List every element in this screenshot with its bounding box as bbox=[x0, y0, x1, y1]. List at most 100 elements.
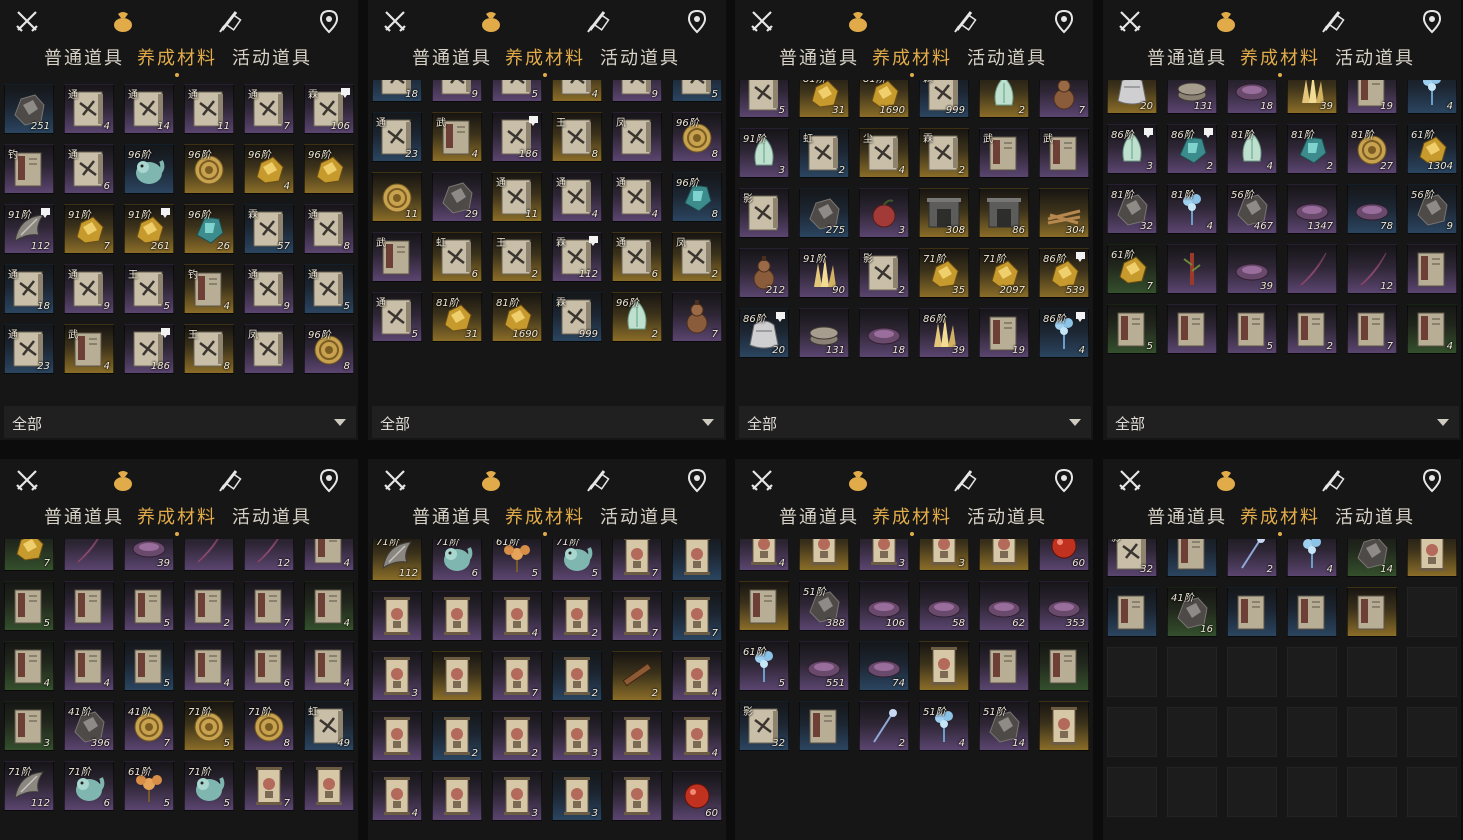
item-slot[interactable]: 霖 112 bbox=[552, 232, 602, 282]
map-pin-icon[interactable] bbox=[316, 8, 342, 34]
filter-dropdown[interactable]: 全部 bbox=[1107, 406, 1459, 438]
item-slot[interactable]: 影2 bbox=[859, 248, 909, 298]
item-slot[interactable]: 60 bbox=[1039, 539, 1089, 571]
item-slot[interactable]: 3 bbox=[552, 771, 602, 821]
map-pin-icon[interactable] bbox=[684, 8, 710, 34]
item-slot[interactable] bbox=[1107, 587, 1157, 637]
coin-pouch-icon[interactable] bbox=[110, 8, 136, 34]
item-slot[interactable]: 2 bbox=[184, 581, 234, 631]
item-slot[interactable]: 96阶 8 bbox=[672, 172, 722, 222]
item-slot[interactable]: 通 14 bbox=[124, 84, 174, 134]
item-slot[interactable]: 131 bbox=[1167, 80, 1217, 114]
item-slot[interactable]: 2 bbox=[979, 80, 1029, 118]
tab-2[interactable]: 活动道具 bbox=[232, 503, 312, 529]
item-slot[interactable]: 61阶 7 bbox=[1107, 244, 1157, 294]
item-slot[interactable] bbox=[184, 539, 234, 571]
item-slot[interactable]: 81阶 27 bbox=[1347, 124, 1397, 174]
item-slot[interactable]: 106 bbox=[859, 581, 909, 631]
item-slot[interactable]: 7 bbox=[672, 292, 722, 342]
coin-pouch-icon[interactable] bbox=[110, 467, 136, 493]
item-slot[interactable] bbox=[1407, 244, 1457, 294]
item-slot[interactable]: 61阶 5 bbox=[124, 761, 174, 811]
tab-0[interactable]: 普通道具 bbox=[1147, 44, 1227, 70]
coin-pouch-icon[interactable] bbox=[1213, 467, 1239, 493]
item-slot[interactable]: 71阶 5 bbox=[184, 761, 234, 811]
item-slot[interactable]: 62 bbox=[979, 581, 1029, 631]
item-slot[interactable]: 78 bbox=[1347, 184, 1397, 234]
tab-2[interactable]: 活动道具 bbox=[600, 44, 680, 70]
item-slot[interactable]: 通4 bbox=[612, 172, 662, 222]
crossed-swords-icon[interactable] bbox=[14, 467, 40, 493]
item-slot[interactable] bbox=[1039, 701, 1089, 751]
crossed-swords-icon[interactable] bbox=[382, 8, 408, 34]
map-pin-icon[interactable] bbox=[684, 467, 710, 493]
item-slot[interactable]: 通5 bbox=[372, 292, 422, 342]
item-slot[interactable] bbox=[919, 641, 969, 691]
item-slot[interactable]: 王8 bbox=[184, 324, 234, 374]
item-slot[interactable]: 308 bbox=[919, 188, 969, 238]
item-slot[interactable] bbox=[432, 771, 482, 821]
item-slot[interactable]: 通4 bbox=[64, 84, 114, 134]
item-slot[interactable]: 5 bbox=[1227, 304, 1277, 354]
item-slot[interactable]: 2 bbox=[859, 701, 909, 751]
item-slot[interactable]: 86阶 4 bbox=[1407, 80, 1457, 114]
brush-scroll-icon[interactable] bbox=[216, 467, 242, 493]
brush-scroll-icon[interactable] bbox=[584, 8, 610, 34]
crossed-swords-icon[interactable] bbox=[1117, 8, 1143, 34]
item-slot[interactable]: 3 bbox=[492, 771, 542, 821]
item-slot[interactable]: 353 bbox=[1039, 581, 1089, 631]
item-slot[interactable]: 7 bbox=[1039, 80, 1089, 118]
item-slot[interactable]: 86 bbox=[979, 188, 1029, 238]
item-slot[interactable]: 18 bbox=[372, 80, 422, 102]
item-slot[interactable]: 41阶 7 bbox=[124, 701, 174, 751]
item-slot[interactable]: 影 32 bbox=[1107, 539, 1157, 577]
item-slot[interactable]: 5 bbox=[4, 581, 54, 631]
item-slot[interactable]: 影 bbox=[739, 188, 789, 238]
item-slot[interactable]: 29 bbox=[432, 172, 482, 222]
item-slot[interactable]: 91阶 90 bbox=[799, 248, 849, 298]
item-slot[interactable]: 18 bbox=[1227, 80, 1277, 114]
tab-2[interactable]: 活动道具 bbox=[967, 44, 1047, 70]
item-slot[interactable]: 王2 bbox=[492, 232, 542, 282]
item-slot[interactable]: 1347 bbox=[1287, 184, 1337, 234]
item-slot[interactable]: 186 bbox=[492, 112, 542, 162]
item-slot[interactable]: 18 bbox=[859, 308, 909, 358]
tab-0[interactable]: 普通道具 bbox=[779, 44, 859, 70]
tab-1[interactable]: 养成材料 bbox=[872, 44, 952, 77]
item-slot[interactable] bbox=[672, 539, 722, 581]
item-slot[interactable]: 12 bbox=[1347, 244, 1397, 294]
item-slot[interactable]: 39 bbox=[124, 539, 174, 571]
item-slot[interactable]: 凤 bbox=[244, 324, 294, 374]
tab-0[interactable]: 普通道具 bbox=[44, 44, 124, 70]
item-slot[interactable]: 3 bbox=[4, 701, 54, 751]
item-slot[interactable]: 81阶 1690 bbox=[492, 292, 542, 342]
item-slot[interactable]: 9 bbox=[612, 80, 662, 102]
map-pin-icon[interactable] bbox=[1051, 467, 1077, 493]
item-slot[interactable]: 275 bbox=[799, 188, 849, 238]
item-slot[interactable]: 通5 bbox=[304, 264, 354, 314]
item-slot[interactable] bbox=[1039, 641, 1089, 691]
filter-dropdown[interactable]: 全部 bbox=[4, 406, 356, 438]
tab-1[interactable]: 养成材料 bbox=[1240, 44, 1320, 77]
item-slot[interactable]: 91阶 112 bbox=[4, 204, 54, 254]
tab-2[interactable]: 活动道具 bbox=[1335, 44, 1415, 70]
item-slot[interactable]: 60 bbox=[672, 771, 722, 821]
item-slot[interactable]: 81阶 4 bbox=[1227, 124, 1277, 174]
brush-scroll-icon[interactable] bbox=[1319, 467, 1345, 493]
item-slot[interactable]: 86阶 39 bbox=[1287, 80, 1337, 114]
item-slot[interactable]: 4 bbox=[372, 771, 422, 821]
item-slot[interactable] bbox=[739, 581, 789, 631]
item-slot[interactable] bbox=[1407, 539, 1457, 577]
item-slot[interactable] bbox=[799, 539, 849, 571]
item-slot[interactable]: 通6 bbox=[64, 144, 114, 194]
item-slot[interactable]: 通7 bbox=[244, 84, 294, 134]
item-slot[interactable]: 12 bbox=[244, 539, 294, 571]
item-slot[interactable]: 96阶 2 bbox=[612, 292, 662, 342]
coin-pouch-icon[interactable] bbox=[478, 8, 504, 34]
item-slot[interactable]: 71阶 35 bbox=[919, 248, 969, 298]
item-slot[interactable]: 4 bbox=[304, 581, 354, 631]
item-slot[interactable]: 56阶 467 bbox=[1227, 184, 1277, 234]
item-slot[interactable]: 96阶 8 bbox=[672, 112, 722, 162]
item-slot[interactable] bbox=[979, 641, 1029, 691]
item-slot[interactable]: 61阶 5 bbox=[492, 539, 542, 581]
